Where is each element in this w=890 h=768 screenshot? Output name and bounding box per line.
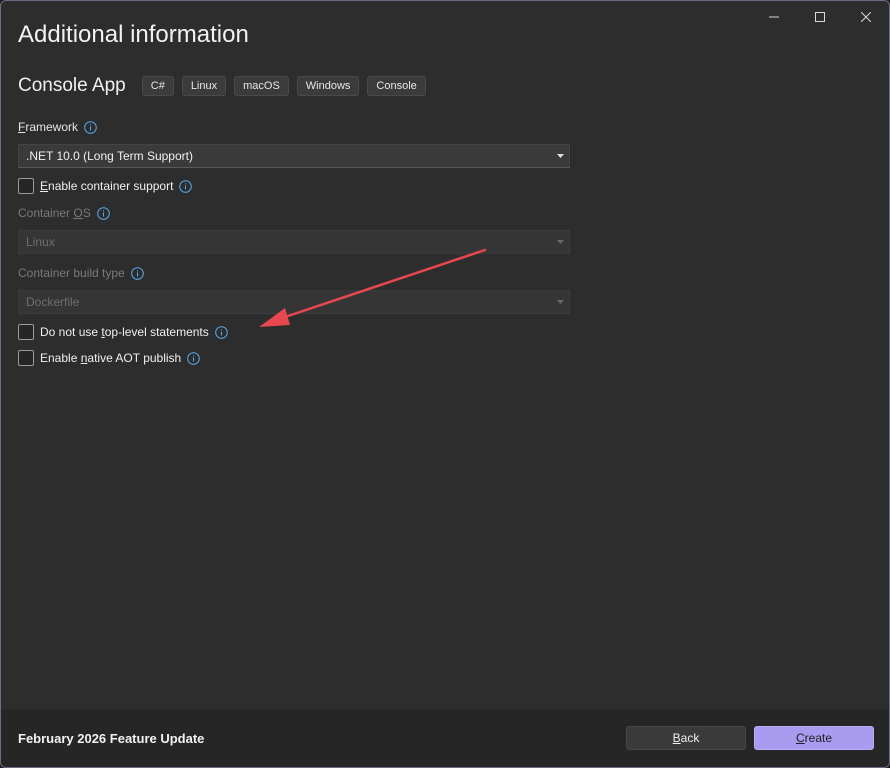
chevron-down-icon — [557, 300, 564, 304]
chevron-down-icon — [557, 240, 564, 244]
minimize-icon — [769, 16, 779, 18]
container-os-select: Linux — [18, 230, 570, 254]
info-icon[interactable] — [130, 266, 144, 280]
info-icon[interactable] — [84, 120, 97, 134]
feature-update-text: February 2026 Feature Update — [18, 731, 205, 746]
maximize-button[interactable] — [797, 1, 843, 33]
template-header: Console App C# Linux macOS Windows Conso… — [18, 75, 434, 97]
window-controls — [751, 1, 889, 33]
native-aot-option[interactable]: Enable native AOT publish — [18, 350, 201, 366]
container-build-type-label-text: Container build type — [18, 266, 125, 280]
tag-platform-linux: Linux — [181, 76, 227, 96]
template-name: Console App — [18, 75, 126, 96]
container-support-checkbox[interactable] — [18, 178, 34, 194]
dialog-window: Additional information Console App C# Li… — [0, 0, 890, 768]
annotation-arrow-icon — [259, 248, 487, 327]
framework-label: Framework — [18, 120, 97, 134]
container-support-label: Enable container support — [40, 179, 174, 193]
maximize-icon — [815, 12, 825, 22]
chevron-down-icon — [557, 154, 564, 158]
container-build-type-label: Container build type — [18, 266, 144, 280]
close-icon — [861, 12, 871, 22]
native-aot-label: Enable native AOT publish — [40, 351, 182, 365]
back-button[interactable]: Back — [626, 726, 746, 750]
minimize-button[interactable] — [751, 1, 797, 33]
info-icon[interactable] — [96, 206, 110, 220]
container-build-type-select: Dockerfile — [18, 290, 570, 314]
container-os-label: Container OS — [18, 206, 110, 220]
container-os-label-text: Container OS — [18, 206, 91, 220]
framework-select-value: .NET 10.0 (Long Term Support) — [26, 149, 193, 163]
container-build-type-value: Dockerfile — [26, 295, 80, 309]
close-button[interactable] — [843, 1, 889, 33]
framework-label-text: Framework — [18, 120, 79, 134]
framework-select[interactable]: .NET 10.0 (Long Term Support) — [18, 144, 570, 168]
info-icon[interactable] — [187, 351, 201, 365]
top-level-statements-option[interactable]: Do not use top-level statements — [18, 324, 228, 340]
info-icon[interactable] — [214, 325, 228, 339]
native-aot-checkbox[interactable] — [18, 350, 34, 366]
dialog-title: Additional information — [18, 21, 249, 48]
create-button[interactable]: Create — [754, 726, 874, 750]
top-level-statements-label: Do not use top-level statements — [40, 325, 209, 339]
top-level-statements-checkbox[interactable] — [18, 324, 34, 340]
create-button-label: Create — [795, 731, 833, 745]
tag-language: C# — [141, 76, 174, 96]
dialog-footer: February 2026 Feature Update Back Create — [1, 709, 889, 767]
tag-platform-macos: macOS — [234, 76, 289, 96]
info-icon[interactable] — [179, 179, 193, 193]
tag-project-type: Console — [367, 76, 426, 96]
container-os-value: Linux — [26, 235, 55, 249]
container-support-option[interactable]: Enable container support — [18, 178, 193, 194]
back-button-label: Back — [672, 731, 700, 745]
tag-platform-windows: Windows — [296, 76, 360, 96]
